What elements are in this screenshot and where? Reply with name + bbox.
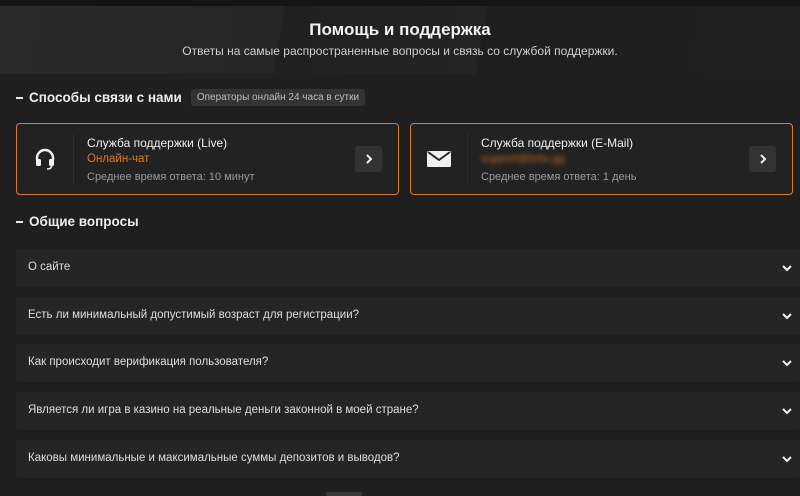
open-live-chat-button[interactable] [355, 146, 382, 172]
collapse-icon [16, 96, 23, 99]
email-response-time: Среднее время ответа: 1 день [481, 171, 637, 183]
faq-item-about[interactable]: О сайте [16, 249, 800, 287]
online-chat-label: Онлайн-чат [87, 153, 150, 165]
collapse-icon [16, 220, 23, 223]
contact-section-header[interactable]: Способы связи с нами Операторы онлайн 24… [16, 89, 366, 106]
scroll-indicator [326, 492, 362, 496]
chevron-down-icon [782, 360, 792, 367]
faq-question: Есть ли минимальный допустимый возраст д… [28, 309, 360, 321]
faq-question: Каковы минимальные и максимальные суммы … [28, 452, 400, 464]
faq-question: О сайте [28, 261, 71, 273]
live-support-title: Служба поддержки (Live) [87, 136, 228, 150]
email-support-card[interactable]: Служба поддержки (E-Mail) support@brlix.… [410, 123, 793, 195]
headset-icon [17, 124, 73, 193]
page-header: Помощь и поддержка Ответы на самые распр… [0, 6, 800, 74]
faq-question: Является ли игра в казино на реальные де… [28, 404, 419, 416]
chevron-down-icon [782, 408, 792, 415]
faq-section-title: Общие вопросы [29, 214, 139, 229]
open-email-button[interactable] [749, 146, 776, 172]
card-divider [467, 134, 468, 184]
page-subtitle: Ответы на самые распространенные вопросы… [182, 44, 618, 58]
faq-item-min-age[interactable]: Есть ли минимальный допустимый возраст д… [16, 297, 800, 335]
page-title: Помощь и поддержка [309, 20, 491, 39]
contact-section-title: Способы связи с нами [29, 90, 182, 105]
chevron-down-icon [782, 313, 792, 320]
chevron-down-icon [782, 456, 792, 463]
email-support-title: Служба поддержки (E-Mail) [481, 136, 634, 150]
card-divider [73, 134, 74, 184]
live-response-time: Среднее время ответа: 10 минут [87, 171, 255, 183]
support-email-address[interactable]: support@brlix.gg [481, 153, 564, 165]
faq-section-header[interactable]: Общие вопросы [16, 214, 139, 229]
chevron-right-icon [365, 154, 372, 164]
envelope-icon [411, 124, 467, 193]
faq-item-verification[interactable]: Как происходит верификация пользователя? [16, 344, 800, 382]
chevron-down-icon [782, 265, 792, 272]
faq-item-legality[interactable]: Является ли игра в казино на реальные де… [16, 392, 800, 430]
faq-item-limits[interactable]: Каковы минимальные и максимальные суммы … [16, 440, 800, 478]
chevron-right-icon [759, 154, 766, 164]
faq-question: Как происходит верификация пользователя? [28, 356, 269, 368]
operators-online-badge: Операторы онлайн 24 часа в сутки [190, 89, 366, 106]
live-support-card[interactable]: Служба поддержки (Live) Онлайн-чат Средн… [16, 123, 399, 195]
